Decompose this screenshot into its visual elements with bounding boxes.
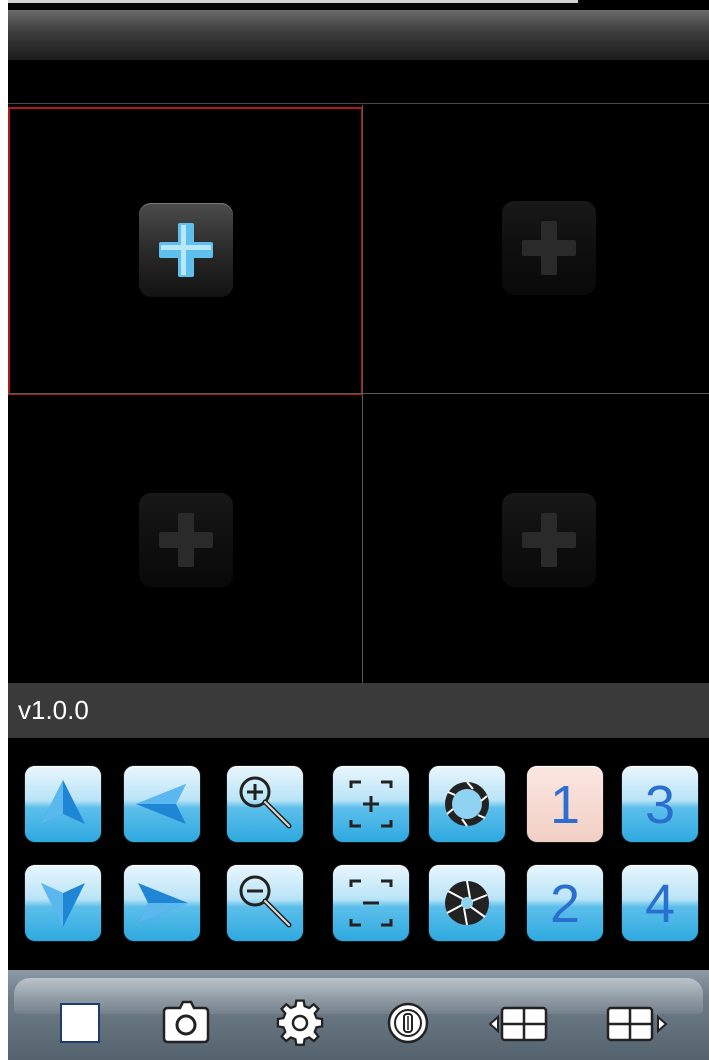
version-label: v1.0.0 [18,695,89,725]
zoom-out-button[interactable] [227,865,303,941]
info-icon [387,1002,429,1044]
grid-next-icon [606,1006,668,1042]
arrow-down-icon [41,883,85,927]
preset-2-label: 2 [549,874,581,934]
ptz-down-button[interactable] [25,865,101,941]
prev-page-button[interactable] [486,992,556,1048]
video-cell-3[interactable] [8,395,363,683]
stop-square-icon [60,1003,100,1043]
preset-1-label: 1 [549,775,581,835]
gear-icon [276,999,324,1046]
focus-near-button[interactable] [333,766,409,842]
preset-2-button[interactable]: 2 [527,865,603,941]
video-cell-2[interactable] [364,105,709,394]
iris-open-icon [445,781,489,827]
iris-close-button[interactable] [429,865,505,941]
preset-3-label: 3 [644,775,676,835]
iris-open-button[interactable] [429,766,505,842]
add-camera-button[interactable] [139,493,233,587]
focus-far-button[interactable] [333,865,409,941]
camera-icon [162,1000,210,1044]
arrow-right-icon [138,883,188,923]
bottom-toolbar [8,970,709,1060]
preset-4-button[interactable]: 4 [622,865,698,941]
settings-button[interactable] [272,992,328,1048]
ptz-left-button[interactable] [124,766,200,842]
arrow-left-icon [136,784,186,824]
ptz-up-button[interactable] [25,766,101,842]
stop-button[interactable] [52,992,108,1048]
arrow-up-icon [41,780,85,824]
title-bar [8,10,709,60]
preset-1-button[interactable]: 1 [527,766,603,842]
top-edge-line [8,0,578,3]
add-camera-icon [159,223,213,277]
next-page-button[interactable] [604,992,674,1048]
add-camera-button[interactable] [139,203,233,297]
add-camera-icon [522,221,576,275]
ptz-right-button[interactable] [124,865,200,941]
add-camera-icon [159,513,213,567]
video-cell-1[interactable] [8,107,363,395]
zoom-in-button[interactable] [227,766,303,842]
add-camera-button[interactable] [502,493,596,587]
version-bar: v1.0.0 [8,683,709,738]
preset-4-label: 4 [644,874,676,934]
add-camera-icon [522,513,576,567]
iris-close-icon [445,880,489,926]
add-camera-button[interactable] [502,201,596,295]
focus-plus-icon [349,780,393,828]
ptz-control-panel: 1 3 2 4 [8,738,709,970]
grid-divider-vertical [362,105,363,683]
app-window: v1.0.0 1 3 2 4 [8,0,709,1060]
status-strip [8,60,709,104]
zoom-out-icon [239,875,292,928]
focus-minus-icon [349,879,393,927]
toolbar-gloss [14,978,703,1014]
snapshot-button[interactable] [158,992,214,1048]
video-grid [8,105,709,683]
grid-prev-icon [488,1006,548,1042]
grid-divider-horizontal [8,393,709,394]
video-cell-4[interactable] [364,395,709,683]
zoom-in-icon [239,776,292,829]
preset-3-button[interactable]: 3 [622,766,698,842]
info-button[interactable] [380,992,436,1048]
